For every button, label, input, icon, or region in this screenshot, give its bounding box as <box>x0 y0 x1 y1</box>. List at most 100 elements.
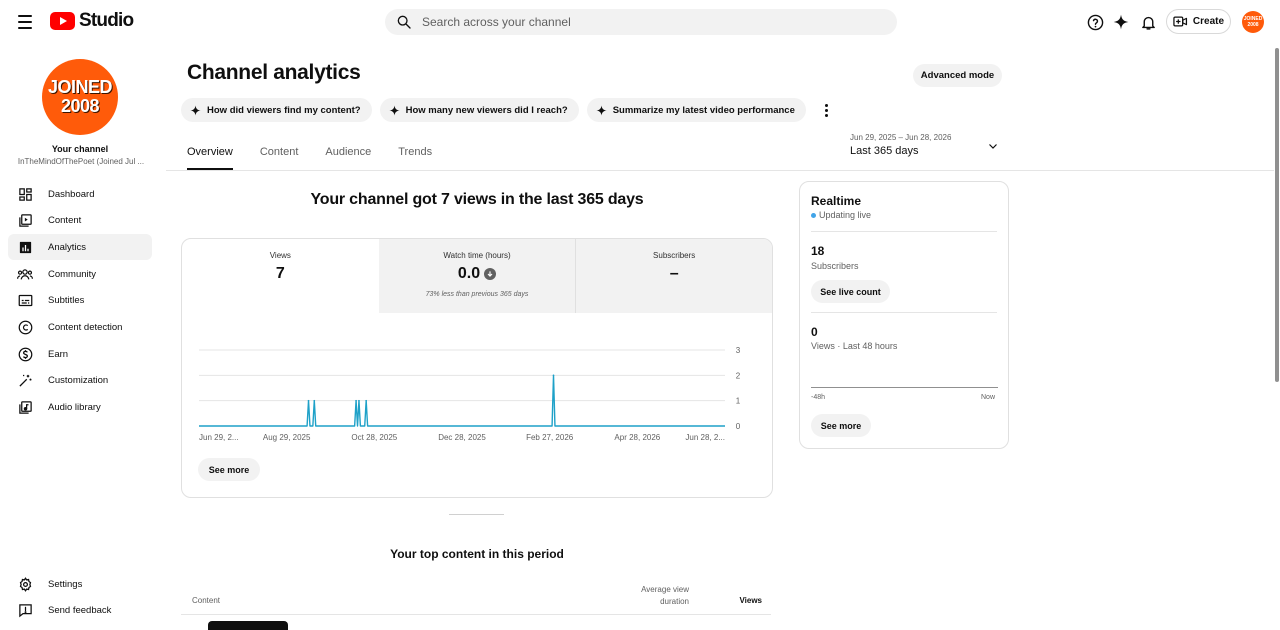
sidebar-item-community[interactable]: Community <box>8 261 152 287</box>
advanced-mode-button[interactable]: Advanced mode <box>913 64 1002 87</box>
dashboard-icon <box>17 186 33 202</box>
tab-trends[interactable]: Trends <box>398 146 432 170</box>
chevron-down-icon <box>989 144 997 149</box>
chart-data-point <box>313 399 316 402</box>
chip-viewers-find-content[interactable]: How did viewers find my content? <box>181 98 372 122</box>
sidebar-item-label: Dashboard <box>48 188 95 200</box>
live-dot-icon <box>811 212 816 218</box>
chart-x-tick-label: Dec 28, 2025 <box>438 433 486 442</box>
search-input[interactable] <box>422 15 862 29</box>
page-scrollbar[interactable] <box>1274 44 1280 630</box>
audio-library-icon <box>17 400 33 416</box>
sidebar-item-send-feedback[interactable]: Send feedback <box>8 598 152 624</box>
suggestion-chips: How did viewers find my content? How man… <box>181 98 835 122</box>
avatar-text: 2008 <box>1247 22 1259 28</box>
chart-data-point <box>355 399 357 402</box>
chip-label: How did viewers find my content? <box>207 104 361 116</box>
channel-avatar-text: 2008 <box>60 96 100 116</box>
realtime-views-value: 0 <box>811 325 818 339</box>
overview-metrics-card: Views 7 Watch time (hours) 0.0 73% less … <box>181 238 773 498</box>
sidebar-item-dashboard[interactable]: Dashboard <box>8 181 152 207</box>
metric-label: Views <box>269 251 291 260</box>
tab-overview[interactable]: Overview <box>187 146 233 170</box>
sidebar-item-subtitles[interactable]: Subtitles <box>8 288 152 314</box>
help-icon[interactable] <box>1085 12 1105 32</box>
chart-y-tick-label: 0 <box>736 422 741 431</box>
metric-views[interactable]: Views 7 <box>182 239 379 313</box>
see-more-button[interactable]: See more <box>198 458 260 481</box>
your-channel-label: Your channel <box>51 144 109 154</box>
notifications-bell-icon[interactable] <box>1138 12 1158 32</box>
analytics-icon <box>17 239 33 255</box>
page-title: Channel analytics <box>187 61 361 84</box>
sidebar-item-audio-library[interactable]: Audio library <box>8 395 152 421</box>
metric-label: Subscribers <box>653 251 696 260</box>
column-average-view-duration[interactable]: Average view duration <box>621 584 689 608</box>
views-line-chart: 0 1 2 3 Jun 29, 2... Aug 29, 2025 Oct 28, 2025… <box>199 346 741 442</box>
scrollbar-thumb[interactable] <box>1275 48 1279 382</box>
date-range-dates: Jun 29, 2025 – Jun 28, 2026 <box>850 133 952 142</box>
search-bar[interactable] <box>385 9 897 35</box>
tab-content[interactable]: Content <box>260 146 299 170</box>
see-live-count-button[interactable]: See live count <box>811 280 890 303</box>
column-label: duration <box>660 597 689 606</box>
sidebar-item-label: Analytics <box>48 241 87 253</box>
sidebar-item-label: Audio library <box>48 402 101 413</box>
sidebar-item-settings[interactable]: Settings <box>8 571 152 597</box>
video-thumbnail[interactable] <box>208 621 288 630</box>
sparkle-icon <box>190 104 201 116</box>
create-button[interactable]: Create <box>1166 9 1231 34</box>
account-avatar[interactable]: JOINED 2008 <box>1242 11 1264 33</box>
sidebar-item-content-detection[interactable]: Content detection <box>8 314 152 340</box>
studio-logo[interactable]: Studio <box>50 10 134 32</box>
metric-subscribers[interactable]: Subscribers – <box>575 239 772 313</box>
sidebar-item-label: Content <box>48 215 82 227</box>
create-label: Create <box>1192 16 1225 27</box>
sidebar-item-earn[interactable]: Earn <box>8 341 152 367</box>
sidebar-item-analytics[interactable]: Analytics <box>8 234 152 261</box>
more-options-icon[interactable] <box>819 100 835 120</box>
chart-y-tick-label: 1 <box>736 397 741 406</box>
chart-y-tick-label: 3 <box>736 346 741 355</box>
top-bar: Studio Create JOINED 2008 <box>0 0 1280 44</box>
metric-watch-time[interactable]: Watch time (hours) 0.0 73% less than pre… <box>378 239 576 313</box>
sidebar-item-label: Earn <box>48 348 69 360</box>
gear-icon <box>17 576 33 592</box>
realtime-status-text: Updating live <box>819 210 872 220</box>
date-range-label: Last 365 days <box>850 145 919 157</box>
divider <box>811 231 997 232</box>
metric-label: Watch time (hours) <box>443 251 511 260</box>
column-views[interactable]: Views <box>711 596 762 605</box>
community-icon <box>17 266 33 282</box>
date-range-picker[interactable]: Jun 29, 2025 – Jun 28, 2026 Last 365 day… <box>850 133 1005 161</box>
sidebar-item-content[interactable]: Content <box>8 208 152 234</box>
chip-new-viewers[interactable]: How many new viewers did I reach? <box>379 98 579 122</box>
metric-value: 7 <box>182 265 379 283</box>
tab-audience[interactable]: Audience <box>325 146 371 170</box>
realtime-subscribers-value: 18 <box>811 244 825 258</box>
chart-data-point <box>358 399 360 402</box>
sidebar-item-label: Content detection <box>48 321 123 333</box>
chip-summarize-video[interactable]: Summarize my latest video performance <box>586 98 806 122</box>
chart-data-point <box>307 399 310 402</box>
tabs-divider <box>166 170 1274 171</box>
menu-icon[interactable] <box>13 10 37 34</box>
realtime-axis-end: Now <box>981 394 996 401</box>
logo-text: Studio <box>79 10 134 31</box>
copyright-icon <box>17 319 33 335</box>
channel-avatar[interactable]: JOINED 2008 <box>42 59 118 135</box>
subtitles-icon <box>17 293 33 309</box>
views-headline: Your channel got 7 views in the last 365… <box>310 191 644 208</box>
chart-x-tick-label: Jun 29, 2... <box>199 433 239 442</box>
dollar-icon <box>17 346 33 362</box>
chart-x-tick-label: Feb 27, 2026 <box>526 433 574 442</box>
sidebar-item-customization[interactable]: Customization <box>8 368 152 394</box>
metric-tabs: Views 7 Watch time (hours) 0.0 73% less … <box>182 239 772 313</box>
magic-wand-icon <box>17 373 33 389</box>
realtime-see-more-button[interactable]: See more <box>811 414 871 437</box>
sidebar-nav: Dashboard Content Analytics Community Su… <box>8 181 152 421</box>
chart-x-tick-label: Oct 28, 2025 <box>351 433 397 442</box>
section-divider <box>449 514 504 515</box>
chart-x-tick-label: Jun 28, 2... <box>685 433 725 442</box>
sparkle-icon[interactable] <box>1111 12 1131 32</box>
